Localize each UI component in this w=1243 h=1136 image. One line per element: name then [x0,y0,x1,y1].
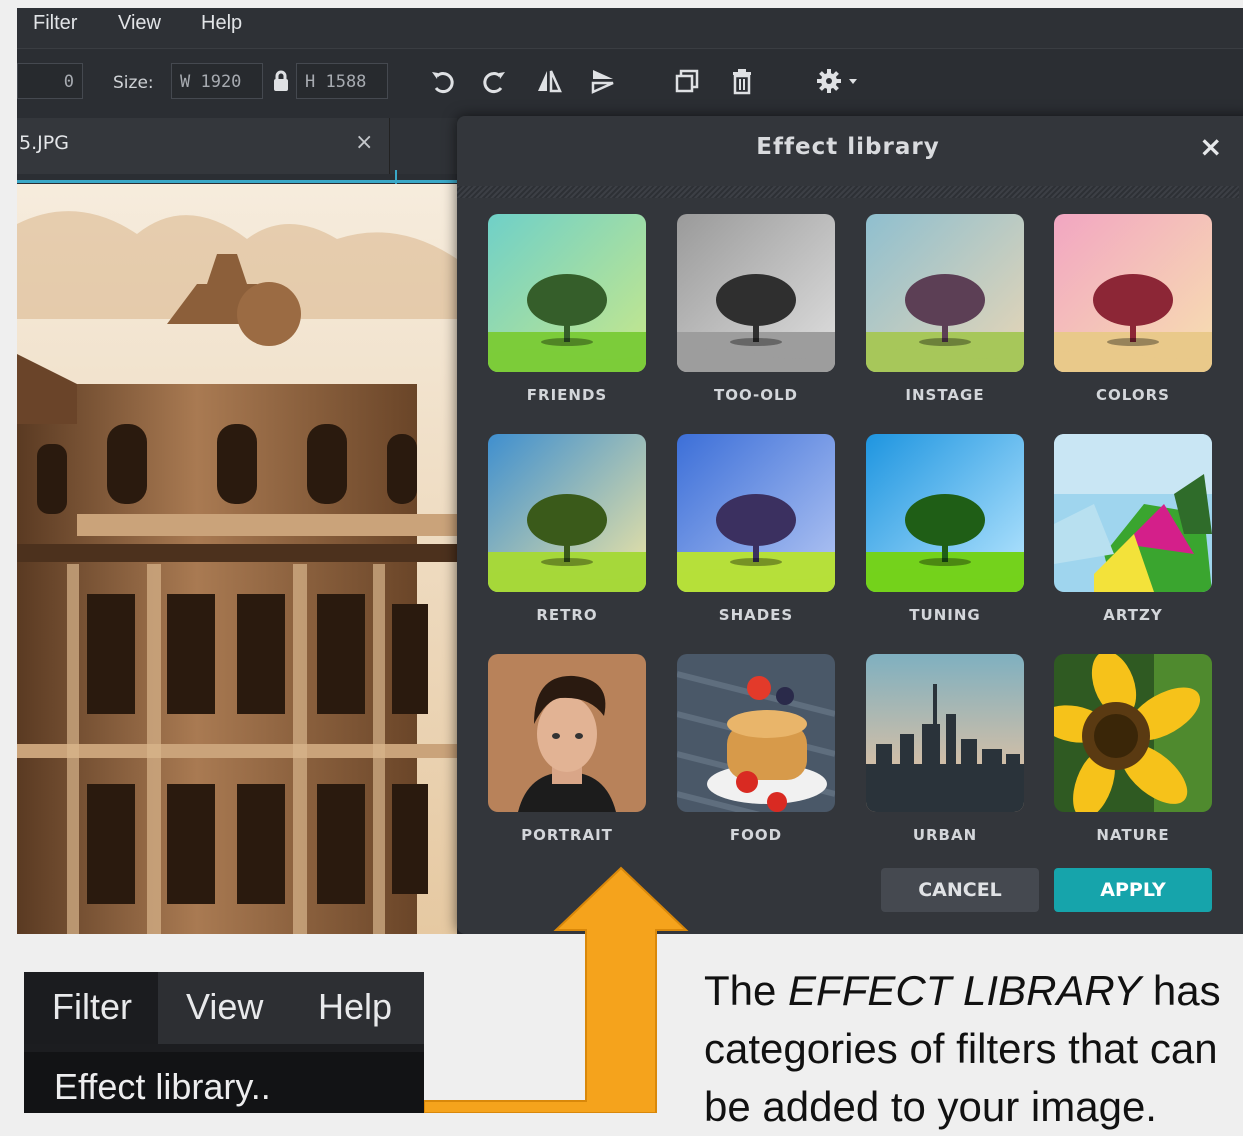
tree-teal-thumbnail[interactable] [488,214,646,372]
mini-menubar: Filter View Help [24,972,424,1044]
mini-dropdown: Effect library.. [24,1052,424,1113]
apply-button[interactable]: APPLY [1054,868,1212,912]
settings-gear-icon[interactable] [812,67,872,97]
mini-menu-filter[interactable]: Filter [52,986,132,1028]
menu-help[interactable]: Help [201,12,242,35]
sunflower-thumbnail[interactable] [1054,654,1212,812]
abstract-thumbnail[interactable] [1054,434,1212,592]
city-thumbnail[interactable] [866,654,1024,812]
portrait-thumbnail[interactable] [488,654,646,812]
tree-retro-thumbnail[interactable] [488,434,646,592]
pancakes-thumbnail[interactable] [677,654,835,812]
mini-menu-view[interactable]: View [186,986,263,1028]
mini-menu-help[interactable]: Help [318,986,392,1028]
width-input[interactable]: W 1920 [171,63,263,99]
tree-grayscale-thumbnail[interactable] [677,214,835,372]
effect-label-friends[interactable]: FRIENDS [473,386,661,404]
close-tab-icon[interactable]: × [355,130,373,155]
title-divider [457,186,1239,198]
flip-horizontal-icon[interactable] [534,67,564,97]
trash-icon[interactable] [727,67,757,97]
effect-label-urban[interactable]: URBAN [851,826,1039,844]
effect-label-shades[interactable]: SHADES [662,606,850,624]
height-input[interactable]: H 1588 [296,63,388,99]
tab-indicator [17,180,457,183]
document-tab[interactable]: 5.JPG × [17,118,390,174]
caption-text: The EFFECT LIBRARY has categories of fil… [704,962,1243,1136]
tree-faded-thumbnail[interactable] [866,214,1024,372]
tab-filename: 5.JPG [19,132,69,154]
duplicate-layer-icon[interactable] [672,67,702,97]
flip-vertical-icon[interactable] [588,67,618,97]
tree-purple-thumbnail[interactable] [677,434,835,592]
effect-label-colors[interactable]: COLORS [1039,386,1227,404]
position-x-input[interactable]: 0 [17,63,83,99]
redo-icon[interactable] [479,67,509,97]
effect-label-instage[interactable]: INSTAGE [851,386,1039,404]
effect-label-tuning[interactable]: TUNING [851,606,1039,624]
undo-icon[interactable] [428,67,458,97]
tree-vivid-thumbnail[interactable] [866,434,1024,592]
effect-label-artzy[interactable]: ARTZY [1039,606,1227,624]
menu-view[interactable]: View [118,12,161,35]
canvas-photo [17,184,457,934]
menu-item-effect-library[interactable]: Effect library.. [54,1066,271,1108]
effect-label-nature[interactable]: NATURE [1039,826,1227,844]
editor-screenshot: Filter View Help 0 Size: W 1920 H 1588 5… [17,8,1243,934]
effect-library-dialog: Effect library × FRIENDS TOO-OLD INSTAGE [457,116,1243,934]
effect-label-portrait[interactable]: PORTRAIT [473,826,661,844]
caption-emphasis: EFFECT LIBRARY [788,967,1142,1014]
caption-part1: The [704,967,789,1014]
size-label: Size: [113,73,154,93]
effect-label-food[interactable]: FOOD [662,826,850,844]
cancel-button[interactable]: CANCEL [881,868,1039,912]
tree-pink-thumbnail[interactable] [1054,214,1212,372]
toolbar: 0 Size: W 1920 H 1588 [17,48,1243,119]
menu-bar: Filter View Help [17,8,1243,48]
filter-menu-zoom: Filter View Help Effect library.. [24,972,424,1113]
effect-label-retro[interactable]: RETRO [473,606,661,624]
document-tabbar: 5.JPG × [17,118,457,174]
lock-icon[interactable] [266,69,296,99]
effect-label-too-old[interactable]: TOO-OLD [662,386,850,404]
close-icon[interactable]: × [1199,130,1222,163]
menu-filter[interactable]: Filter [33,12,77,35]
dialog-title: Effect library [756,134,940,160]
